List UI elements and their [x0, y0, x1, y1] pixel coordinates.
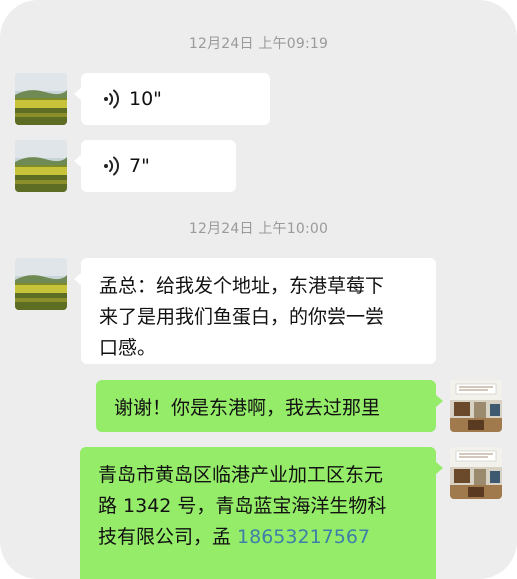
office-avatar-image — [450, 380, 502, 432]
meadow-avatar-image — [15, 258, 67, 310]
contact-avatar[interactable] — [15, 258, 67, 310]
timestamp: 12月24日 上午09:19 — [188, 36, 329, 52]
voice-duration: 7" — [129, 155, 150, 177]
meadow-avatar-image — [15, 140, 67, 192]
message-text: 技有限公司，孟 — [98, 526, 238, 548]
message-line: 口感。 — [99, 337, 157, 359]
timestamp: 12月24日 上午10:00 — [188, 221, 329, 237]
voice-wave-icon — [103, 156, 120, 176]
phone-number-link[interactable]: 18653217567 — [237, 526, 370, 548]
message-line: 孟总：给我发个地址，东港草莓下 — [99, 275, 385, 297]
text-message-sent[interactable]: 谢谢！你是东港啊，我去过那里 — [96, 380, 443, 432]
message-line: 谢谢！你是东港啊，我去过那里 — [114, 397, 381, 419]
self-avatar[interactable] — [450, 380, 502, 432]
chat-window: 12月24日 上午09:19 10" 7" 12月24日 上午10:00 孟总：… — [0, 0, 517, 579]
self-avatar[interactable] — [450, 447, 502, 499]
contact-avatar[interactable] — [15, 73, 67, 125]
message-line: 青岛市黄岛区临港产业加工区东元 — [98, 464, 384, 486]
text-message-sent[interactable]: 青岛市黄岛区临港产业加工区东元 路 1342 号，青岛蓝宝海洋生物科 技有限公司… — [80, 447, 443, 579]
text-message[interactable]: 孟总：给我发个地址，东港草莓下 来了是用我们鱼蛋白，的你尝一尝 口感。 — [74, 258, 436, 364]
meadow-avatar-image — [15, 73, 67, 125]
voice-message[interactable]: 10" — [74, 73, 270, 125]
message-line: 来了是用我们鱼蛋白，的你尝一尝 — [99, 306, 385, 328]
voice-duration: 10" — [129, 88, 162, 110]
message-line: 路 1342 号，青岛蓝宝海洋生物科 — [98, 495, 387, 517]
message-line-with-phone: 技有限公司，孟 18653217567 — [98, 522, 418, 553]
contact-avatar[interactable] — [15, 140, 67, 192]
office-avatar-image — [450, 447, 502, 499]
voice-wave-icon — [103, 89, 120, 109]
voice-message[interactable]: 7" — [74, 140, 236, 192]
